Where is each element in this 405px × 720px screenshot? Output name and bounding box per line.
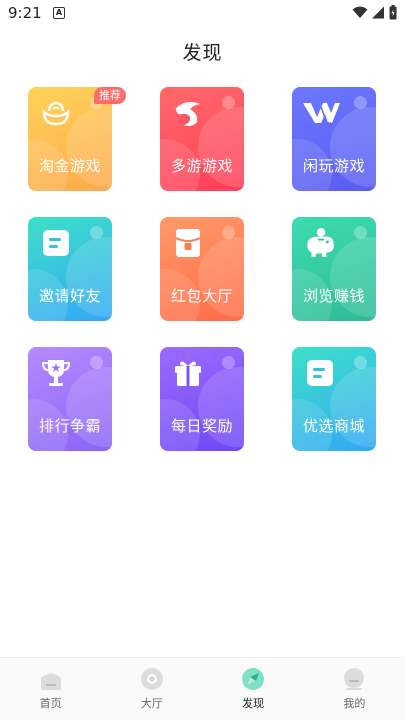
discover-icon	[242, 668, 265, 690]
nav-item-discover[interactable]: 发现	[203, 658, 304, 720]
tile-label: 闲玩游戏	[302, 157, 365, 175]
tile-daily-reward[interactable]: 每日奖励	[160, 347, 244, 451]
nav-label: 我的	[343, 697, 366, 710]
tile-duoyou-game[interactable]: 多游游戏	[160, 87, 244, 191]
gold-ingot-icon	[42, 101, 70, 126]
tile-red-envelope-hall[interactable]: 红包大厅	[160, 217, 244, 321]
tile-label: 邀请好友	[38, 287, 101, 305]
notification-icon: A	[53, 7, 65, 19]
nav-label: 首页	[39, 697, 62, 710]
battery-icon	[389, 5, 397, 20]
tile-label: 每日奖励	[170, 417, 233, 435]
tile-label: 红包大厅	[170, 287, 233, 305]
tile-invite-friends[interactable]: 邀请好友	[28, 217, 112, 321]
nav-label: 大厅	[140, 697, 163, 710]
tile-browse-earn[interactable]: 浏览赚钱	[292, 217, 376, 321]
status-bar: 9:21 A	[0, 0, 405, 28]
tile-ranking[interactable]: 排行争霸	[28, 347, 112, 451]
nav-item-home[interactable]: 首页	[0, 658, 101, 720]
nav-item-profile[interactable]: 我的	[304, 658, 405, 720]
tile-select-mall[interactable]: 优选商城	[292, 347, 376, 451]
status-icons	[352, 5, 397, 20]
wifi-icon	[352, 6, 368, 18]
home-icon	[40, 673, 61, 690]
recommend-badge: 推荐	[94, 87, 126, 104]
piggy-bank-icon	[307, 228, 334, 257]
nav-label: 发现	[242, 697, 265, 710]
tile-label: 优选商城	[302, 417, 365, 435]
dolphin-logo-icon	[175, 101, 201, 127]
tile-label: 多游游戏	[170, 157, 233, 175]
tile-label: 排行争霸	[38, 417, 101, 435]
xianwan-logo-icon	[303, 103, 340, 124]
tile-xianwan-game[interactable]: 闲玩游戏	[292, 87, 376, 191]
signal-icon	[372, 6, 384, 19]
tile-label: 浏览赚钱	[302, 287, 365, 305]
bottom-nav: 首页 大厅 发现 我的	[0, 657, 405, 720]
page-title: 发现	[182, 42, 223, 64]
lobby-icon	[140, 668, 163, 690]
nav-item-lobby[interactable]: 大厅	[101, 658, 202, 720]
trophy-icon	[41, 360, 71, 386]
gift-icon	[175, 361, 201, 386]
status-time: 9:21	[8, 4, 42, 22]
shop-card-icon	[307, 360, 333, 386]
red-envelope-icon	[175, 229, 201, 257]
tile-label: 淘金游戏	[38, 157, 101, 175]
profile-icon	[344, 668, 365, 690]
invite-card-icon	[43, 230, 69, 256]
